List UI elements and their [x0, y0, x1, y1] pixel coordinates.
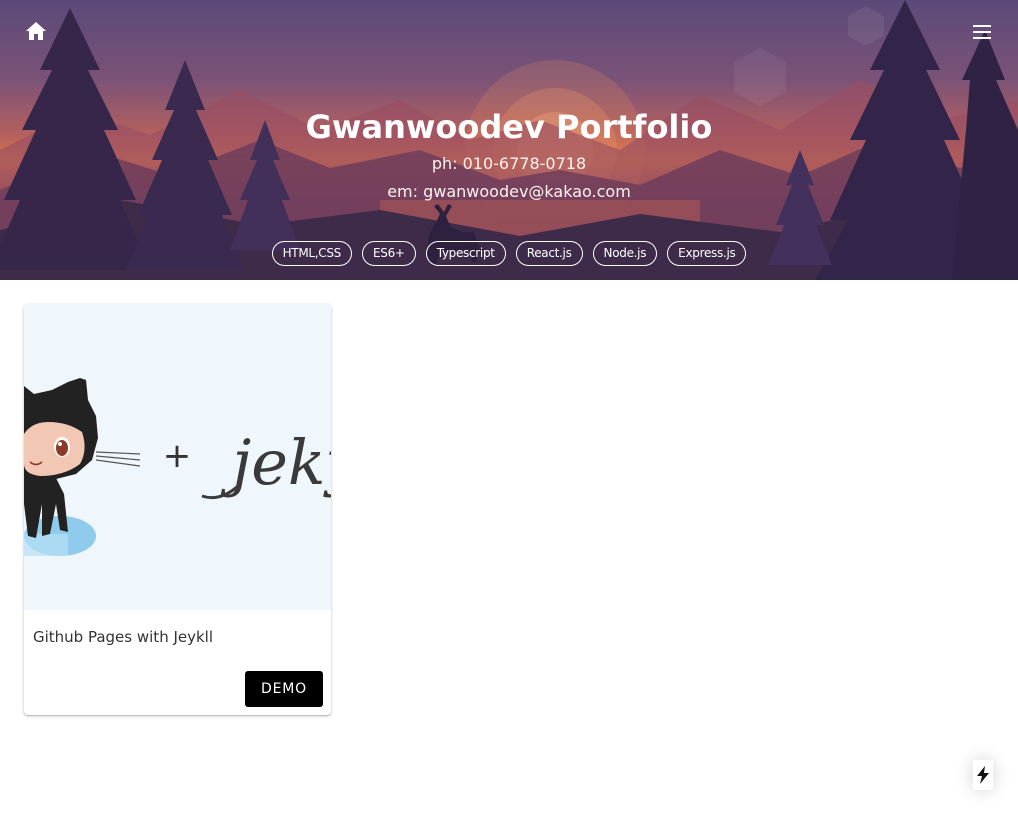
skill-tags: HTML,CSS ES6+ Typescript React.js Node.j… — [0, 241, 1018, 266]
project-card: + jekyll Github Pages with Jeykll DEMO — [24, 304, 331, 715]
skill-chip-react[interactable]: React.js — [515, 241, 583, 266]
phone-number: ph: 010-6778-0718 — [431, 154, 587, 173]
svg-text:+: + — [163, 436, 192, 476]
lightning-bolt-icon — [977, 766, 989, 784]
skill-chip-express[interactable]: Express.js — [667, 241, 747, 266]
skill-chip-html-css[interactable]: HTML,CSS — [271, 241, 352, 266]
github-jekyll-illustration: + jekyll — [24, 378, 331, 556]
hamburger-menu-icon — [973, 25, 991, 39]
skill-chip-es6[interactable]: ES6+ — [361, 241, 416, 266]
menu-button[interactable] — [968, 18, 996, 46]
skill-chip-node[interactable]: Node.js — [592, 241, 658, 266]
demo-button[interactable]: DEMO — [245, 671, 323, 707]
title-portfolio: Portfolio — [556, 108, 713, 146]
home-button[interactable] — [22, 18, 50, 46]
title-name: Gwanwoodev — [305, 108, 545, 146]
project-thumbnail[interactable]: + jekyll — [24, 304, 331, 610]
skill-chip-typescript[interactable]: Typescript — [425, 241, 506, 266]
hero-header: Gwanwoodev Portfolio ph: 010-6778-0718 e… — [0, 0, 1018, 280]
floating-action-button[interactable] — [973, 760, 993, 790]
project-title: Github Pages with Jeykll — [33, 628, 214, 646]
email-address: em: gwanwoodev@kakao.com — [387, 182, 631, 201]
home-icon — [26, 22, 46, 40]
page-title: Gwanwoodev Portfolio — [0, 106, 1018, 148]
